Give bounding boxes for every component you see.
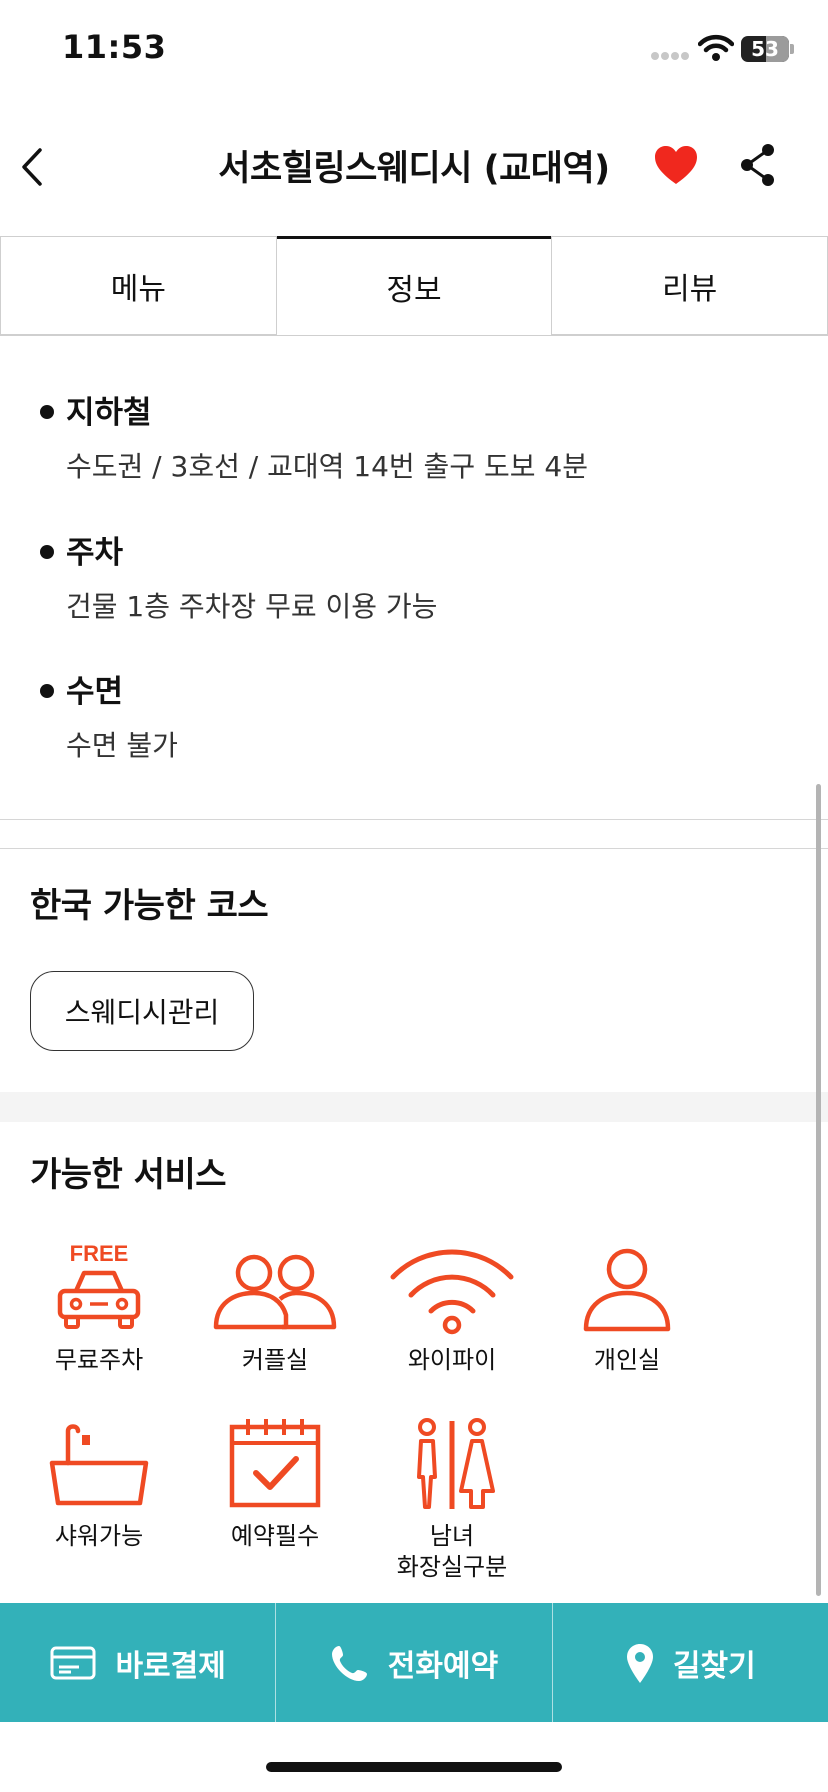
- scrollbar[interactable]: [816, 784, 821, 1596]
- service-couple-room: 커플실: [200, 1239, 350, 1376]
- couple-room-icon: [213, 1254, 337, 1330]
- location-pin-icon: [626, 1643, 653, 1683]
- service-label: 예약필수: [230, 1522, 320, 1550]
- service-free-parking: FREE 무료주차: [24, 1239, 174, 1376]
- section-separator: [0, 1092, 828, 1122]
- bottom-action-bar: 바로결제 전화예약 길찾기: [0, 1603, 828, 1722]
- info-label-sleep: 수면: [66, 674, 124, 710]
- service-shower: 샤워가능: [24, 1415, 174, 1552]
- gender-restroom-icon: [417, 1418, 495, 1509]
- service-wifi: 와이파이: [377, 1239, 527, 1376]
- screen: 11:53 53 서초힐링스웨디시 (교대역) 메뉴 정보 리뷰 지하철 수도권…: [0, 0, 828, 1792]
- nav-header: 서초힐링스웨디시 (교대역): [0, 120, 828, 230]
- bullet: [40, 545, 54, 559]
- service-label: 무료주차: [54, 1346, 144, 1374]
- directions-label: 길찾기: [672, 1648, 756, 1684]
- service-restroom: 남녀 화장실구분: [377, 1415, 527, 1583]
- private-room-icon: [583, 1248, 671, 1332]
- service-label: 커플실: [241, 1346, 309, 1374]
- status-bar: 11:53 53: [0, 0, 828, 100]
- service-label: 개인실: [593, 1346, 661, 1374]
- info-label-subway: 지하철: [66, 395, 152, 431]
- battery-icon: 53: [741, 36, 789, 62]
- tab-info[interactable]: 정보: [276, 236, 552, 335]
- directions-button[interactable]: 길찾기: [553, 1603, 828, 1722]
- tab-menu[interactable]: 메뉴: [0, 236, 277, 335]
- courses-title: 한국 가능한 코스: [30, 886, 269, 926]
- reservation-required-icon: [229, 1419, 321, 1508]
- divider: [0, 848, 828, 849]
- wifi-icon: [390, 1249, 514, 1335]
- shower-icon: [49, 1424, 149, 1506]
- services-title: 가능한 서비스: [30, 1155, 227, 1195]
- home-indicator[interactable]: [266, 1762, 562, 1772]
- info-value-sleep: 수면 불가: [66, 729, 178, 762]
- service-label-line2: 화장실구분: [396, 1553, 508, 1581]
- info-content: 지하철 수도권 / 3호선 / 교대역 14번 출구 도보 4분 주차 건물 1…: [0, 337, 828, 1602]
- divider: [0, 819, 828, 820]
- page-title: 서초힐링스웨디시 (교대역): [218, 149, 610, 189]
- direct-pay-label: 바로결제: [115, 1648, 226, 1684]
- service-label: 샤워가능: [54, 1522, 144, 1550]
- info-value-parking: 건물 1층 주차장 무료 이용 가능: [66, 590, 438, 623]
- info-value-subway: 수도권 / 3호선 / 교대역 14번 출구 도보 4분: [66, 450, 588, 483]
- phone-icon: [331, 1645, 367, 1681]
- phone-reservation-button[interactable]: 전화예약: [276, 1603, 553, 1722]
- wifi-status-icon: [698, 34, 734, 61]
- direct-pay-button[interactable]: 바로결제: [0, 1603, 277, 1722]
- card-icon: [50, 1646, 96, 1679]
- bullet: [40, 405, 54, 419]
- tab-review[interactable]: 리뷰: [551, 236, 828, 335]
- service-label-line1: 남녀: [429, 1522, 475, 1550]
- service-private-room: 개인실: [552, 1239, 702, 1376]
- bullet: [40, 684, 54, 698]
- favorite-heart-icon[interactable]: [652, 142, 700, 190]
- battery-tip: [790, 44, 794, 54]
- phone-reservation-label: 전화예약: [387, 1648, 499, 1684]
- tab-bar: 메뉴 정보 리뷰: [0, 236, 828, 336]
- battery-level: 53: [751, 37, 779, 61]
- status-time: 11:53: [62, 28, 167, 66]
- share-icon[interactable]: [736, 140, 780, 190]
- info-label-parking: 주차: [66, 535, 124, 571]
- course-chip[interactable]: 스웨디시관리: [30, 971, 254, 1051]
- free-text: FREE: [70, 1241, 129, 1266]
- free-parking-icon: FREE: [57, 1241, 141, 1329]
- service-label: 와이파이: [407, 1346, 497, 1374]
- cellular-signal-icon: [651, 52, 691, 60]
- service-reservation: 예약필수: [200, 1415, 350, 1552]
